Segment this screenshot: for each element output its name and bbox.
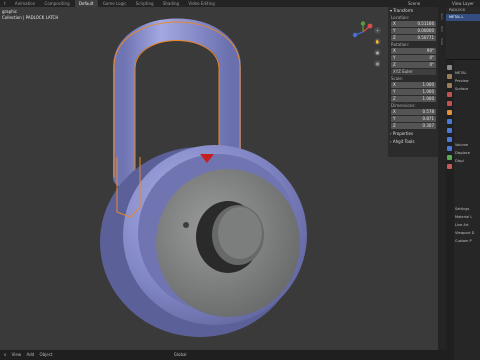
section-blank (455, 125, 480, 133)
outliner-row[interactable] (446, 21, 480, 28)
outliner: PADLOCK METAL L (446, 7, 480, 60)
section-blank (455, 173, 480, 181)
properties-editor: PADLOCK METAL L METAL Preview Surface Vo… (446, 7, 480, 360)
section-volume[interactable]: Volume (455, 141, 480, 149)
scale-y-field[interactable]: Y 1.000 (391, 89, 436, 95)
section-surface[interactable]: Surface (455, 85, 480, 93)
section-blank (455, 189, 480, 197)
tab-default[interactable]: Default (74, 0, 98, 7)
tool-icon[interactable] (447, 65, 452, 70)
scene-icon[interactable] (447, 92, 452, 97)
outliner-row-selected[interactable]: METAL L (446, 14, 480, 21)
physics-icon[interactable] (447, 137, 452, 142)
tab-game-logic[interactable]: Game Logic (99, 0, 131, 7)
location-z-field[interactable]: Z 0.50771 (391, 35, 436, 41)
rotation-z-field[interactable]: Z 0° (391, 62, 436, 68)
location-x-field[interactable]: X 0.51166 (391, 21, 436, 27)
scale-z-field[interactable]: Z 1.000 (391, 96, 436, 102)
screw (183, 222, 189, 228)
data-icon[interactable] (447, 155, 452, 160)
section-displacement[interactable]: Displace (455, 149, 480, 157)
dial-knob-top (218, 207, 262, 259)
viewport-nav-buttons: + ✋ ▣ ▦ (374, 27, 384, 71)
properties-tabs (446, 61, 454, 360)
section-material-line[interactable]: Material L (455, 213, 480, 221)
render-icon[interactable] (447, 74, 452, 79)
constraints-icon[interactable] (447, 146, 452, 151)
section-blank (455, 93, 480, 101)
section-preview[interactable]: Preview (455, 77, 480, 85)
properties-panel-header[interactable]: › Properties (388, 130, 438, 138)
section-blank (455, 133, 480, 141)
scene-selector[interactable]: Scene (408, 0, 420, 7)
modifier-icon[interactable] (447, 119, 452, 124)
n-panel-tabs: Item Tool View (438, 7, 446, 350)
tab-t[interactable]: t (0, 0, 10, 7)
world-icon[interactable] (447, 101, 452, 106)
grid-icon[interactable]: ▦ (374, 60, 381, 67)
top-bar: t Animation Compositing Default Game Log… (0, 0, 480, 7)
ahgit-tools-header[interactable]: › Ahgit Tools (388, 138, 438, 146)
rotation-y-field[interactable]: Y 0° (391, 55, 436, 61)
scale-x-field[interactable]: X 1.000 (391, 82, 436, 88)
transform-orientation[interactable]: Global (174, 352, 187, 357)
output-icon[interactable] (447, 83, 452, 88)
outliner-row[interactable] (446, 35, 480, 42)
section-viewport-display[interactable]: Viewport D (455, 229, 480, 237)
section-blank (455, 109, 480, 117)
add-menu[interactable]: Add (26, 352, 34, 357)
particles-icon[interactable] (447, 128, 452, 133)
object-menu[interactable]: Object (39, 352, 52, 357)
section-blank (455, 197, 480, 205)
side-tab-view[interactable]: View (440, 38, 444, 45)
tab-animation[interactable]: Animation (11, 0, 39, 7)
dimensions-x-field[interactable]: X 0.578 (391, 109, 436, 115)
camera-icon[interactable]: ▣ (374, 49, 381, 56)
section-custom-properties[interactable]: Custom P (455, 237, 480, 245)
zoom-icon[interactable]: + (374, 27, 381, 34)
section-settings[interactable]: Settings (455, 205, 480, 213)
material-icon[interactable] (447, 164, 452, 169)
dimensions-z-field[interactable]: Z 0.307 (391, 123, 436, 129)
n-panel: ▾ Transform Location: X 0.51166 Y 0.00000 … (388, 7, 438, 157)
side-tab-item[interactable]: Item (440, 13, 444, 20)
location-y-field[interactable]: Y 0.00000 (391, 28, 436, 34)
transform-header[interactable]: ▾ Transform (388, 7, 438, 15)
rotation-x-field[interactable]: X 90° (391, 48, 436, 54)
section-blank (455, 101, 480, 109)
navigation-gizmo[interactable] (352, 21, 374, 43)
viewport-header-bottom: v View Add Object Global (0, 350, 446, 360)
side-tab-tool[interactable]: Tool (440, 26, 444, 32)
3d-viewport[interactable]: graphic Collection | PADLOCK LATCH + ✋ ▣… (0, 7, 446, 350)
tab-scripting[interactable]: Scripting (132, 0, 158, 7)
outliner-row[interactable] (446, 28, 480, 35)
rotation-mode-dropdown[interactable]: XYZ Euler (391, 69, 436, 75)
view-layer-selector[interactable]: View Layer (452, 0, 474, 7)
tab-video-editing[interactable]: Video Editing (184, 0, 218, 7)
section-blank (455, 165, 480, 173)
tab-shading[interactable]: Shading (159, 0, 183, 7)
mode-selector[interactable]: v (4, 352, 6, 357)
tab-compositing[interactable]: Compositing (41, 0, 74, 7)
section-blank (455, 181, 480, 189)
section-displ[interactable]: Displ (455, 157, 480, 165)
object-icon[interactable] (447, 110, 452, 115)
dimensions-y-field[interactable]: Y 0.871 (391, 116, 436, 122)
section-line-art[interactable]: Line Art (455, 221, 480, 229)
view-menu[interactable]: View (12, 352, 22, 357)
material-name[interactable]: METAL (455, 69, 480, 77)
outliner-row[interactable]: PADLOCK (446, 7, 480, 14)
section-blank (455, 117, 480, 125)
material-properties: METAL Preview Surface Volume Displace Di… (455, 69, 480, 245)
pan-icon[interactable]: ✋ (374, 38, 381, 45)
